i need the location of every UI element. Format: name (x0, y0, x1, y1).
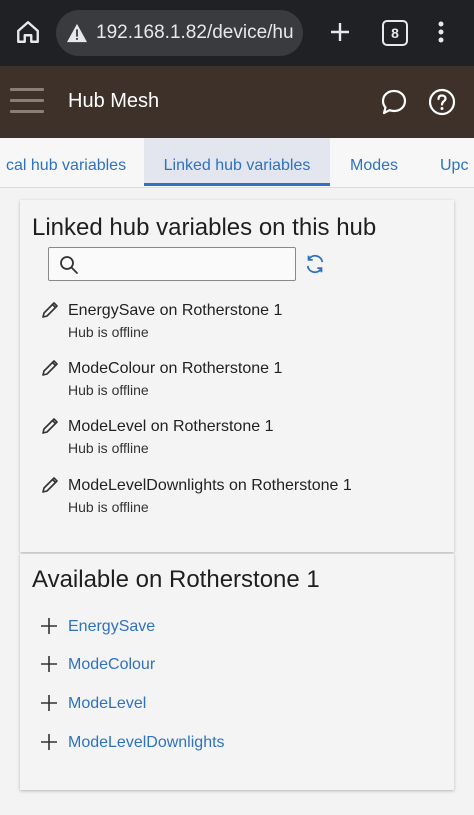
linked-section-title: Linked hub variables on this hub (32, 214, 377, 241)
refresh-icon[interactable] (304, 253, 326, 275)
available-item[interactable]: ModeLevel (40, 693, 340, 717)
tab-local-hub-variables[interactable]: cal hub variables (6, 138, 136, 186)
pencil-icon[interactable] (40, 475, 60, 495)
address-bar[interactable]: 192.168.1.82/device/hu (56, 10, 303, 56)
linked-item-name: ModeLevelDownlights on Rotherstone 1 (68, 477, 352, 494)
help-button[interactable] (428, 88, 456, 116)
plus-icon (41, 656, 57, 672)
available-item-label[interactable]: EnergySave (68, 618, 155, 636)
plus-icon (41, 618, 57, 634)
pencil-icon[interactable] (40, 300, 60, 320)
pencil-icon[interactable] (40, 416, 60, 436)
browser-menu-button[interactable] (428, 14, 454, 50)
linked-item-name: ModeLevel on Rotherstone 1 (68, 418, 274, 435)
linked-item: EnergySave on Rotherstone 1 Hub is offli… (40, 300, 450, 348)
available-item-label[interactable]: ModeLevelDownlights (68, 734, 225, 752)
linked-item-status: Hub is offline (68, 499, 149, 515)
chat-icon (381, 89, 407, 115)
tab-switcher-button[interactable]: 8 (382, 20, 408, 46)
available-item-label[interactable]: ModeLevel (68, 695, 146, 713)
plus-icon (331, 23, 349, 41)
linked-item-status: Hub is offline (68, 324, 149, 340)
menu-button[interactable] (10, 88, 44, 116)
plus-icon (41, 695, 57, 711)
home-button[interactable] (10, 14, 46, 50)
pencil-icon[interactable] (40, 358, 60, 378)
chat-button[interactable] (380, 88, 408, 116)
tab-count: 8 (391, 25, 399, 41)
tab-modes[interactable]: Modes (350, 138, 410, 186)
home-icon (17, 21, 39, 43)
search-input[interactable] (48, 247, 296, 281)
linked-item-status: Hub is offline (68, 440, 149, 456)
app-header: Hub Mesh (0, 66, 474, 138)
url-text: 192.168.1.82/device/hu (96, 22, 294, 43)
available-item[interactable]: EnergySave (40, 616, 340, 640)
linked-item-status: Hub is offline (68, 382, 149, 398)
linked-item-name: ModeColour on Rotherstone 1 (68, 360, 283, 377)
available-item[interactable]: ModeColour (40, 654, 340, 678)
new-tab-button[interactable] (322, 14, 358, 50)
more-vert-icon (438, 21, 444, 43)
available-variables-card: Available on Rotherstone 1 EnergySave Mo… (20, 554, 454, 790)
available-section-title: Available on Rotherstone 1 (32, 566, 320, 593)
linked-item: ModeLevel on Rotherstone 1 Hub is offlin… (40, 416, 450, 464)
linked-item: ModeColour on Rotherstone 1 Hub is offli… (40, 358, 450, 406)
warning-icon (67, 23, 87, 43)
linked-item: ModeLevelDownlights on Rotherstone 1 Hub… (40, 475, 450, 523)
plus-icon (41, 734, 57, 750)
page-title: Hub Mesh (68, 90, 160, 112)
linked-item-name: EnergySave on Rotherstone 1 (68, 302, 283, 319)
search-icon (60, 256, 78, 274)
tab-strip: cal hub variables Linked hub variables M… (0, 138, 474, 188)
available-item-label[interactable]: ModeColour (68, 656, 155, 674)
tab-linked-hub-variables[interactable]: Linked hub variables (144, 138, 330, 186)
tab-upcoming[interactable]: Upc (440, 138, 474, 186)
browser-toolbar: 192.168.1.82/device/hu 8 (0, 0, 474, 66)
linked-variables-card: Linked hub variables on this hub EnergyS… (20, 200, 454, 552)
help-icon (428, 88, 456, 116)
available-item[interactable]: ModeLevelDownlights (40, 732, 340, 756)
